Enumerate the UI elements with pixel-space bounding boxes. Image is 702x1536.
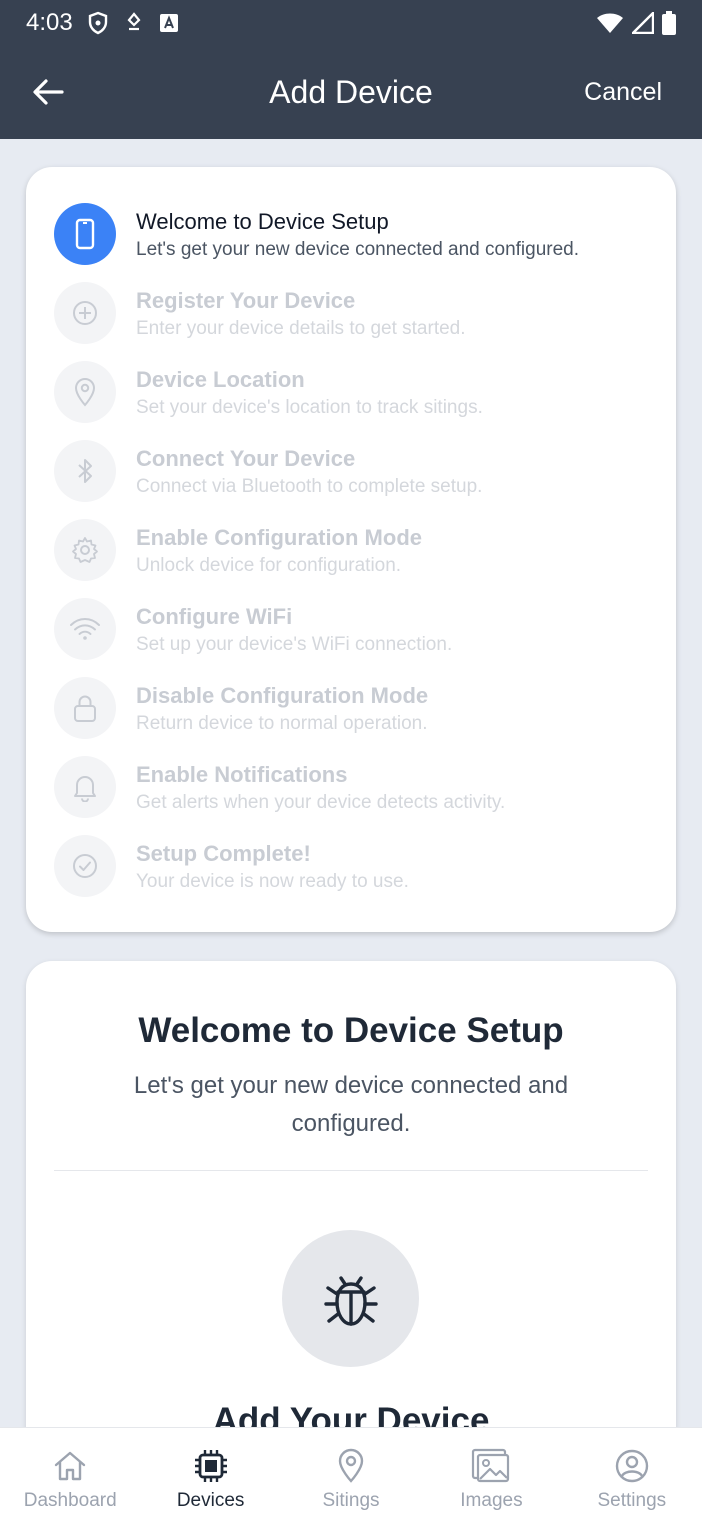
chip-icon (194, 1450, 227, 1482)
step-desc: Let's get your new device connected and … (136, 239, 580, 260)
status-time: 4:03 (26, 9, 73, 36)
nav-label: Settings (597, 1490, 667, 1511)
step-title: Register Your Device (136, 288, 356, 313)
nav-settings[interactable]: Settings (562, 1428, 702, 1536)
setup-steps-card: Welcome to Device Setup Let's get your n… (26, 167, 676, 932)
step-desc: Set up your device's WiFi connection. (136, 634, 453, 655)
step-icon-circle (54, 598, 116, 660)
step-icon-circle (54, 519, 116, 581)
keyboard-a-icon (159, 14, 178, 32)
step-connect: Connect Your Device Connect via Bluetoot… (54, 436, 654, 506)
welcome-description: Let's get your new device connected and … (133, 1072, 569, 1137)
cancel-button[interactable]: Cancel (584, 78, 662, 107)
nav-devices[interactable]: Devices (140, 1428, 280, 1536)
step-desc: Set your device's location to track siti… (136, 397, 483, 418)
lock-icon (74, 695, 96, 722)
step-icon-circle (54, 756, 116, 818)
nav-label: Images (460, 1490, 523, 1511)
step-desc: Unlock device for configuration. (136, 555, 402, 576)
step-icon-circle (54, 282, 116, 344)
location-pin-icon (74, 378, 96, 407)
wifi-icon (70, 618, 100, 640)
step-desc: Return device to normal operation. (136, 713, 428, 734)
bug-icon (323, 1275, 378, 1326)
app-header: 4:03 Add Device Cancel (0, 0, 702, 139)
bottom-navigation: Dashboard Devices Sitings Images Setting… (0, 1427, 702, 1536)
step-title: Setup Complete! (136, 841, 311, 866)
phone-icon (75, 218, 95, 250)
welcome-title: Welcome to Device Setup (138, 1011, 564, 1050)
images-icon (472, 1448, 510, 1483)
step-title: Enable Notifications (136, 762, 348, 787)
step-icon-circle (54, 203, 116, 265)
wifi-signal-icon (597, 13, 623, 33)
location-pin-icon (338, 1448, 364, 1483)
bug-icon-circle (282, 1230, 419, 1367)
step-notifications: Enable Notifications Get alerts when you… (54, 752, 654, 822)
step-desc: Your device is now ready to use. (136, 871, 409, 892)
user-circle-icon (615, 1449, 649, 1483)
step-welcome: Welcome to Device Setup Let's get your n… (54, 199, 654, 269)
step-desc: Enter your device details to get started… (136, 318, 466, 339)
app-bar: Add Device Cancel (0, 46, 702, 139)
step-configure-wifi: Configure WiFi Set up your device's WiFi… (54, 594, 654, 664)
status-bar: 4:03 (0, 0, 702, 46)
step-title: Connect Your Device (136, 446, 356, 471)
step-desc: Get alerts when your device detects acti… (136, 792, 506, 813)
step-title: Configure WiFi (136, 604, 293, 629)
step-disable-config: Disable Configuration Mode Return device… (54, 673, 654, 743)
step-title: Disable Configuration Mode (136, 683, 429, 708)
shield-icon (88, 11, 107, 35)
step-icon-circle (54, 361, 116, 423)
plus-circle-icon (73, 301, 97, 325)
step-register: Register Your Device Enter your device d… (54, 278, 654, 348)
step-title: Welcome to Device Setup (136, 209, 389, 234)
check-circle-icon (73, 854, 97, 878)
location-icon (127, 12, 141, 31)
cell-signal-icon (632, 12, 654, 34)
home-icon (55, 1451, 86, 1481)
gear-icon (72, 537, 98, 563)
step-icon-circle (54, 835, 116, 897)
step-icon-circle (54, 677, 116, 739)
step-desc: Connect via Bluetooth to complete setup. (136, 476, 483, 497)
bluetooth-icon (78, 459, 92, 483)
step-complete: Setup Complete! Your device is now ready… (54, 831, 654, 901)
nav-sitings[interactable]: Sitings (281, 1428, 421, 1536)
bell-icon (74, 776, 96, 802)
step-title: Device Location (136, 367, 305, 392)
nav-label: Devices (176, 1490, 245, 1511)
battery-icon (662, 11, 676, 35)
nav-dashboard[interactable]: Dashboard (0, 1428, 140, 1536)
step-location: Device Location Set your device's locati… (54, 357, 654, 427)
nav-label: Sitings (322, 1490, 380, 1511)
nav-images[interactable]: Images (421, 1428, 561, 1536)
divider (54, 1170, 648, 1171)
nav-label: Dashboard (23, 1490, 117, 1511)
step-enable-config: Enable Configuration Mode Unlock device … (54, 515, 654, 585)
step-icon-circle (54, 440, 116, 502)
step-title: Enable Configuration Mode (136, 525, 422, 550)
